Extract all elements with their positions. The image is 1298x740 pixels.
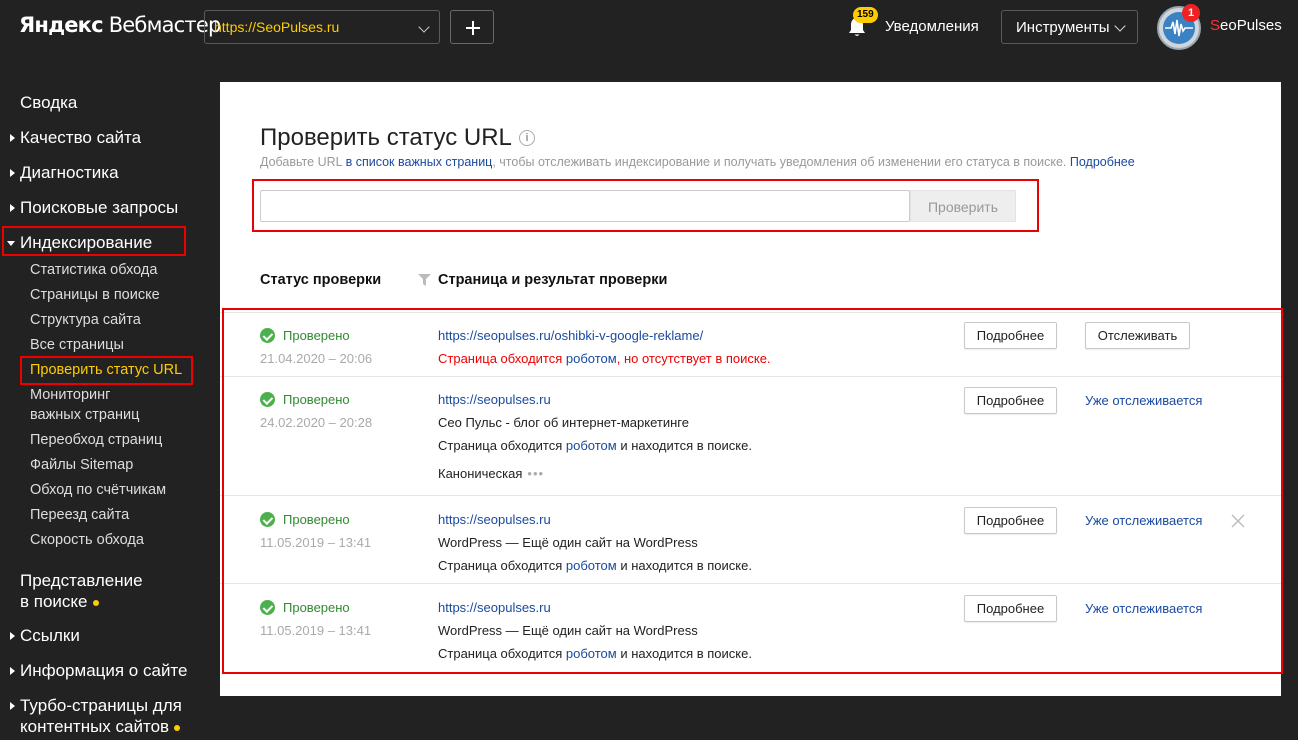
sidebar-item-links[interactable]: Ссылки bbox=[10, 625, 80, 646]
sidebar-item-presentation[interactable]: Представление в поиске bbox=[20, 570, 143, 612]
sidebar-item-site-info[interactable]: Информация о сайте bbox=[10, 660, 188, 681]
chevron-right-icon bbox=[10, 169, 15, 177]
highlight-frame-check-url bbox=[20, 356, 193, 385]
chevron-down-icon bbox=[1114, 20, 1126, 32]
chevron-right-icon bbox=[10, 632, 15, 640]
chevron-right-icon bbox=[10, 204, 15, 212]
sidebar-subitem-sitemap[interactable]: Файлы Sitemap bbox=[30, 455, 133, 476]
sidebar-subitem-monitoring[interactable]: Мониторинг bbox=[30, 385, 110, 406]
highlight-frame-indexing bbox=[2, 226, 186, 256]
page-title: Проверить статус URL bbox=[260, 124, 512, 151]
notifications-count-badge: 159 bbox=[853, 7, 878, 23]
sidebar-subitem-site-structure[interactable]: Структура сайта bbox=[30, 310, 141, 331]
highlight-frame-results bbox=[222, 308, 1283, 674]
sidebar-subitem-crawl-stats[interactable]: Статистика обхода bbox=[30, 260, 157, 281]
logo[interactable]: Яндекс Вебмастер bbox=[19, 13, 221, 37]
sidebar-subitem-recrawl[interactable]: Переобход страниц bbox=[30, 430, 162, 451]
sidebar-item-turbo[interactable]: Турбо-страницы для контентных сайтов bbox=[10, 695, 182, 737]
site-selector[interactable]: https://SeoPulses.ru bbox=[204, 10, 440, 44]
new-indicator-dot bbox=[174, 724, 181, 731]
chevron-right-icon bbox=[10, 667, 15, 675]
sidebar-subitem-pages-in-search[interactable]: Страницы в поиске bbox=[30, 285, 160, 306]
sidebar-subitem-counter-crawl[interactable]: Обход по счётчикам bbox=[30, 480, 166, 501]
chevron-down-icon bbox=[418, 21, 430, 33]
username[interactable]: SeoPulses bbox=[1210, 17, 1282, 34]
sidebar-item-summary[interactable]: Сводка bbox=[20, 92, 77, 113]
site-selector-value: https://SeoPulses.ru bbox=[214, 19, 340, 35]
tools-dropdown-label: Инструменты bbox=[1016, 19, 1110, 36]
sidebar-item-search-queries[interactable]: Поисковые запросы bbox=[10, 197, 178, 218]
sidebar-subitem-monitoring-line2[interactable]: важных страниц bbox=[30, 405, 139, 426]
column-header-status[interactable]: Статус проверки bbox=[260, 272, 381, 288]
chevron-right-icon bbox=[10, 702, 15, 710]
tools-dropdown[interactable]: Инструменты bbox=[1001, 10, 1138, 44]
sidebar-subitem-crawl-speed[interactable]: Скорость обхода bbox=[30, 530, 144, 551]
more-info-link[interactable]: Подробнее bbox=[1070, 155, 1135, 169]
new-indicator-dot bbox=[92, 599, 99, 606]
highlight-frame-url-check bbox=[252, 179, 1039, 232]
sidebar-subitem-all-pages[interactable]: Все страницы bbox=[30, 335, 124, 356]
notifications-link[interactable]: Уведомления bbox=[885, 18, 979, 35]
chevron-right-icon bbox=[10, 134, 15, 142]
important-pages-link[interactable]: в список важных страниц bbox=[346, 155, 493, 169]
sidebar-subitem-site-move[interactable]: Переезд сайта bbox=[30, 505, 129, 526]
info-icon[interactable]: i bbox=[519, 130, 535, 146]
add-site-button[interactable] bbox=[450, 10, 494, 44]
sidebar-item-quality[interactable]: Качество сайта bbox=[10, 127, 141, 148]
sidebar-item-diagnostics[interactable]: Диагностика bbox=[10, 162, 119, 183]
main-panel: Проверить статус URL i Добавьте URL в сп… bbox=[220, 82, 1283, 696]
column-header-page: Страница и результат проверки bbox=[438, 272, 668, 288]
page-description: Добавьте URL в список важных страниц, чт… bbox=[260, 155, 1135, 169]
top-bar: Яндекс Вебмастер https://SeoPulses.ru 15… bbox=[0, 0, 1298, 55]
filter-icon[interactable] bbox=[418, 274, 431, 286]
avatar-notification-badge: 1 bbox=[1182, 4, 1200, 22]
